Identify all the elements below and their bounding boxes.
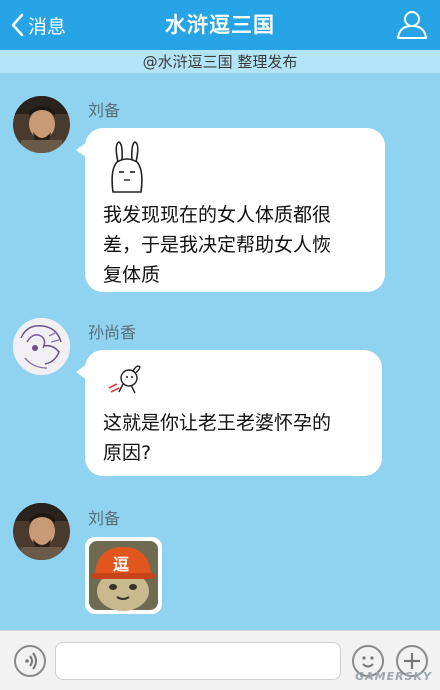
sender-name: 刘备 bbox=[88, 101, 121, 120]
liubei-avatar[interactable] bbox=[13, 96, 70, 153]
message-line: 原因? bbox=[103, 442, 152, 464]
watermark: GAMERSKY bbox=[355, 670, 432, 683]
hardhat-label: 逗 bbox=[113, 555, 130, 574]
sender-name: 刘备 bbox=[88, 509, 121, 528]
hardhat-cat-image[interactable]: 逗 bbox=[85, 537, 162, 614]
message-line: 我发现现在的女人体质都很 bbox=[103, 204, 332, 226]
subtitle-bar: @水浒逗三国 整理发布 bbox=[0, 50, 440, 74]
message-line: 这就是你让老王老婆怀孕的 bbox=[103, 412, 332, 434]
sunshangxiang-avatar[interactable] bbox=[13, 318, 70, 375]
running-rabbit-sticker bbox=[108, 365, 141, 394]
voice-button[interactable] bbox=[14, 645, 46, 677]
message-input[interactable] bbox=[55, 642, 341, 680]
message-line: 差，于是我决定帮助女人恢 bbox=[103, 234, 332, 256]
people-button[interactable] bbox=[394, 8, 430, 42]
sender-name: 孙尚香 bbox=[88, 323, 137, 342]
page-title: 水浒逗三国 bbox=[165, 13, 275, 37]
message-bubble[interactable]: 我发现现在的女人体质都很 差，于是我决定帮助女人恢 复体质 bbox=[76, 128, 385, 292]
message-bubble[interactable]: 这就是你让老王老婆怀孕的 原因? bbox=[76, 350, 382, 476]
nav-bar: 消息 水浒逗三国 bbox=[0, 0, 440, 50]
liubei-avatar[interactable] bbox=[13, 503, 70, 560]
people-icon bbox=[397, 11, 427, 39]
voice-icon bbox=[25, 652, 37, 670]
rabbit-sticker bbox=[111, 141, 143, 193]
message-line: 复体质 bbox=[103, 264, 161, 286]
